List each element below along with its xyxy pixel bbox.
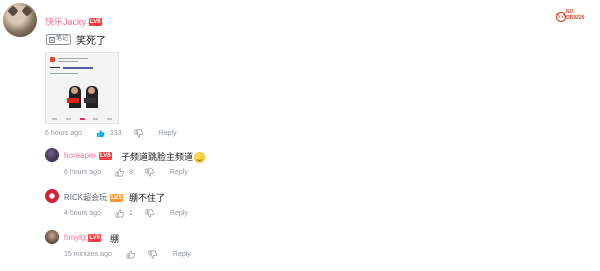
note-icon — [49, 36, 55, 43]
timestamp: 4 hours ago — [64, 210, 101, 217]
level-badge: LV6 — [99, 151, 112, 160]
like-icon[interactable] — [96, 129, 105, 138]
laugh-emoji-icon — [194, 152, 206, 164]
comment-text: 笑死了 — [76, 36, 106, 47]
reply-text: 绷不住了 — [129, 193, 166, 203]
dislike-icon[interactable] — [134, 129, 143, 138]
dislike-icon[interactable] — [145, 209, 154, 218]
note-tag-label: 笔记 — [56, 36, 69, 42]
username[interactable]: 快乐Jacky — [45, 15, 86, 28]
reply-meta: 4 hours ago 1 Reply — [64, 209, 188, 218]
level-badge: LV6 — [88, 233, 101, 242]
like-icon[interactable] — [126, 250, 135, 259]
level-badge: LV5 — [110, 193, 123, 202]
site-logo-text: NO. DB9226 — [566, 9, 584, 21]
comment-header: 快乐Jacky LV6 — [45, 15, 102, 28]
reply-username-row: horeaper LV6 — [64, 151, 112, 160]
like-icon[interactable] — [115, 209, 124, 218]
reply-username-row: RICK超会玩 LV5 — [64, 192, 123, 203]
avatar[interactable] — [45, 230, 59, 244]
reply-username-row: hmylg LV6 — [64, 233, 101, 242]
timestamp: 6 hours ago — [45, 130, 82, 137]
dislike-icon[interactable] — [145, 168, 154, 177]
reply-meta: 6 hours ago 8 Reply — [64, 168, 188, 177]
timestamp: 6 hours ago — [64, 169, 101, 176]
logo-line2: DB9226 — [566, 15, 585, 21]
like-count: 1 — [128, 210, 133, 217]
username[interactable]: hmylg — [64, 233, 85, 242]
level-badge: LV6 — [89, 17, 102, 26]
note-tag[interactable]: 笔记 — [46, 34, 72, 45]
username[interactable]: RICK超会玩 — [64, 192, 107, 203]
reply-text-row: 子频道跳脸主频道 — [121, 150, 206, 164]
avatar[interactable] — [45, 189, 59, 203]
dislike-icon[interactable] — [148, 250, 157, 259]
like-icon[interactable] — [115, 168, 124, 177]
like-count: 133 — [109, 130, 122, 137]
reply-button[interactable]: Reply — [173, 251, 191, 258]
reply-text: 子频道跳脸主频道 — [121, 152, 194, 162]
username[interactable]: horeaper — [64, 151, 96, 160]
reply-button[interactable]: Reply — [170, 169, 188, 176]
timestamp: 15 minutes ago — [64, 251, 112, 258]
reply-text: 绷 — [110, 234, 120, 244]
reply-button[interactable]: Reply — [170, 210, 188, 217]
reply-meta: 15 minutes ago Reply — [64, 250, 191, 259]
like-count: 8 — [128, 169, 133, 176]
comment-meta: 6 hours ago 133 Reply — [45, 129, 177, 138]
attached-image[interactable] — [45, 52, 119, 124]
avatar[interactable] — [3, 3, 37, 37]
avatar[interactable] — [45, 148, 59, 162]
reply-button[interactable]: Reply — [159, 130, 177, 137]
